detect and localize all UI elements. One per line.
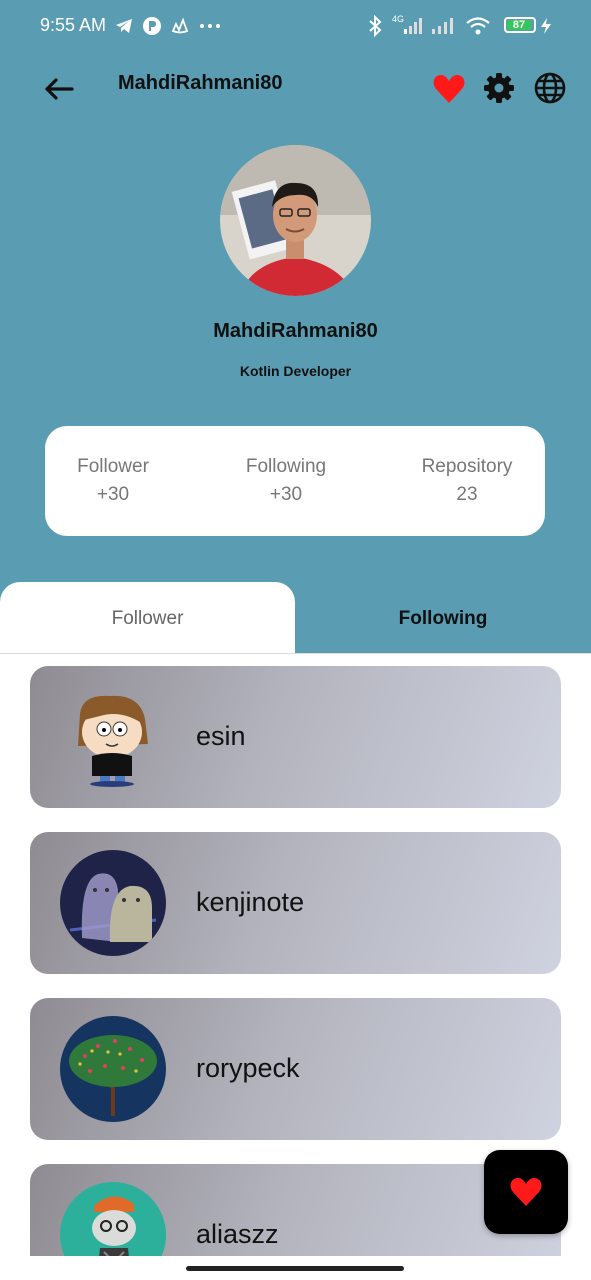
stat-label: Repository [421, 456, 513, 477]
stat-value: +30 [269, 484, 303, 505]
stat-repository[interactable]: Repository 23 [414, 456, 520, 506]
tab-follower[interactable]: Follower [0, 582, 295, 653]
telegram-icon [116, 19, 132, 33]
profile-avatar [220, 145, 371, 296]
user-name: kenjinote [196, 887, 305, 917]
battery-icon: 87 [504, 17, 536, 33]
stat-label: Follower [77, 456, 149, 477]
user-name: aliaszz [196, 1219, 279, 1249]
user-card[interactable]: aliaszz [30, 1164, 561, 1256]
favorite-heart-icon[interactable] [432, 72, 466, 106]
user-avatar [60, 850, 166, 956]
stat-follower[interactable]: Follower +30 [72, 456, 154, 506]
favorite-fab-button[interactable] [484, 1150, 568, 1234]
bluetooth-icon [369, 15, 382, 37]
user-avatar [60, 1016, 166, 1122]
profile-name: MahdiRahmani80 [213, 320, 378, 342]
gesture-bar[interactable] [186, 1266, 404, 1271]
settings-gear-icon[interactable] [482, 71, 516, 105]
status-time: 9:55 AM [40, 15, 107, 35]
tab-following[interactable]: Following [295, 582, 591, 653]
language-globe-icon[interactable] [533, 71, 567, 105]
stat-value: 23 [456, 484, 478, 505]
profile-bio: Kotlin Developer [239, 363, 352, 379]
wifi-icon [466, 17, 490, 35]
back-arrow-icon[interactable] [42, 72, 76, 106]
stat-value: +30 [96, 484, 130, 505]
charging-icon [541, 18, 551, 34]
signal-icon [432, 18, 453, 34]
user-name: rorypeck [196, 1053, 300, 1083]
user-name: esin [196, 721, 246, 751]
user-avatar [60, 1182, 166, 1256]
heart-icon [510, 1178, 542, 1206]
user-card[interactable]: rorypeck [30, 998, 561, 1140]
status-app-icons [114, 14, 222, 38]
boat-icon [171, 17, 189, 34]
user-avatar [60, 684, 166, 790]
stat-following[interactable]: Following +30 [237, 456, 335, 506]
stats-card: Follower +30 Following +30 Repository 23 [45, 426, 545, 536]
more-dots-icon [200, 24, 220, 28]
signal-icon [404, 18, 422, 34]
status-bar: 9:55 AM 4G 87 [0, 0, 591, 54]
battery-level: 87 [507, 20, 531, 31]
app-icon [143, 17, 161, 35]
stat-label: Following [245, 456, 327, 477]
user-card[interactable]: kenjinote [30, 832, 561, 974]
user-card[interactable]: esin [30, 666, 561, 808]
app-bar-title: MahdiRahmani80 [118, 72, 283, 94]
